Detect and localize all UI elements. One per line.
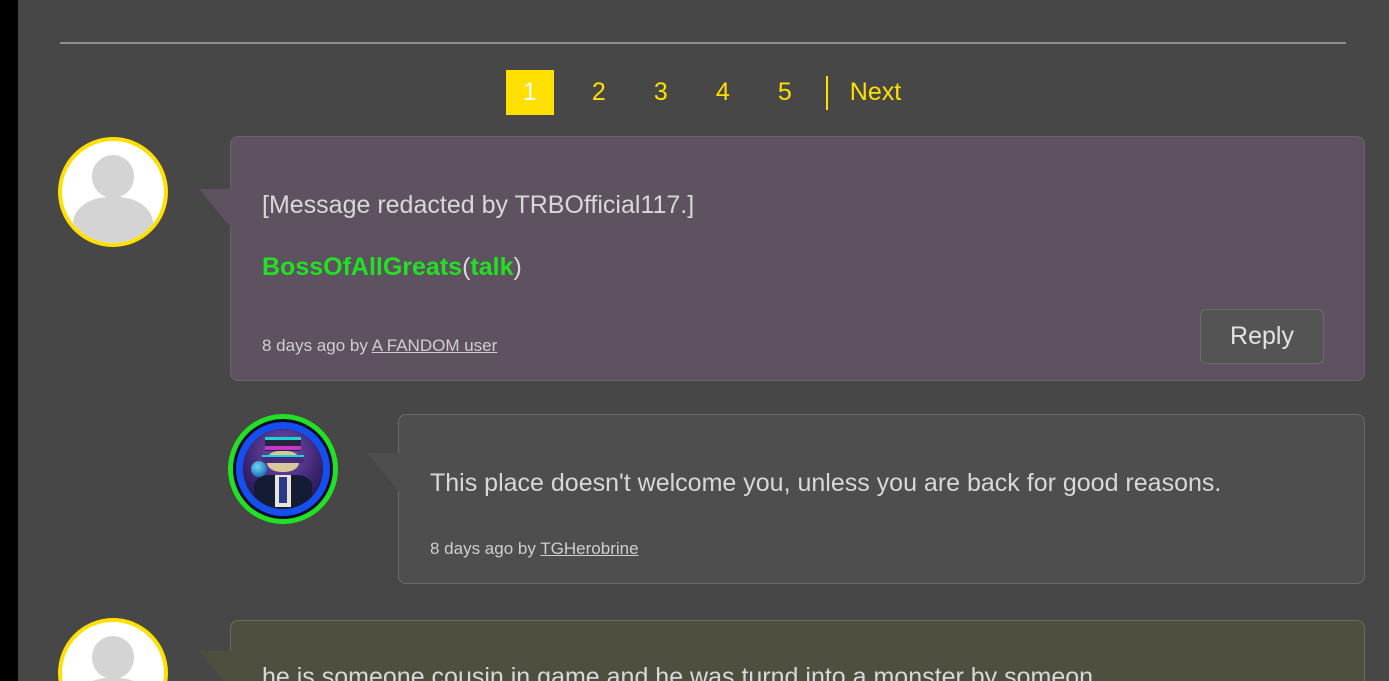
- character-orb: [251, 461, 267, 477]
- reply-button[interactable]: Reply: [1200, 309, 1324, 364]
- message-bubble: [Message redacted by TRBOfficial117.] Bo…: [199, 136, 1365, 381]
- character-sunglasses: [262, 455, 304, 464]
- pagination-page-5[interactable]: 5: [754, 70, 816, 115]
- silhouette-head: [91, 636, 135, 680]
- pagination-page-4[interactable]: 4: [692, 70, 754, 115]
- message-author-link[interactable]: A FANDOM user: [372, 336, 498, 355]
- pagination-next-button[interactable]: Next: [850, 78, 901, 107]
- message-timestamp: 8 days ago by: [430, 539, 541, 558]
- message-content: [Message redacted by TRBOfficial117.] Bo…: [262, 189, 1334, 282]
- message-body: [Message redacted by TRBOfficial117.]: [262, 191, 695, 219]
- character-tie: [279, 477, 287, 503]
- message-bubble: he is someone cousin in game and he was …: [199, 620, 1365, 681]
- message-body: This place doesn't welcome you, unless y…: [430, 469, 1222, 497]
- message-meta: 8 days ago by TGHerobrine: [430, 539, 639, 559]
- message-meta: 8 days ago by A FANDOM user Reply: [262, 309, 1334, 364]
- avatar-character-art: [243, 429, 323, 509]
- silhouette-head: [91, 155, 135, 199]
- message-bubble: This place doesn't welcome you, unless y…: [367, 414, 1365, 584]
- message-body: he is someone cousin in game and he was …: [262, 663, 1094, 681]
- message-author-link[interactable]: TGHerobrine: [540, 539, 638, 558]
- signature-user-link[interactable]: BossOfAllGreats: [262, 253, 462, 281]
- signature-talk-link[interactable]: talk: [470, 253, 513, 281]
- pagination-page-2[interactable]: 2: [568, 70, 630, 115]
- message-content: he is someone cousin in game and he was …: [262, 661, 1334, 681]
- character-hat-band: [264, 445, 302, 450]
- page-root: 1 2 3 4 5 Next [Message redacted by TRBO…: [0, 0, 1389, 681]
- default-user-icon: [62, 622, 164, 681]
- pagination-page-3[interactable]: 3: [630, 70, 692, 115]
- avatar-anonymous-user[interactable]: [58, 618, 168, 681]
- silhouette-body: [73, 197, 153, 243]
- pagination-separator: [825, 75, 828, 110]
- bubble-tail: [367, 453, 400, 493]
- message-signature: BossOfAllGreats(talk): [262, 253, 1334, 282]
- pagination-page-1[interactable]: 1: [505, 70, 554, 115]
- bubble-tail: [199, 651, 232, 681]
- message-timestamp: 8 days ago by: [262, 336, 372, 355]
- avatar-blue-ring: [236, 422, 330, 516]
- section-divider: [60, 42, 1346, 44]
- avatar-tgherobrine[interactable]: [228, 414, 338, 524]
- signature-close-paren: ): [513, 252, 522, 281]
- bubble-tail: [199, 189, 232, 229]
- message-wall-surface: 1 2 3 4 5 Next [Message redacted by TRBO…: [18, 0, 1389, 681]
- message-content: This place doesn't welcome you, unless y…: [430, 467, 1334, 501]
- default-user-icon: [62, 141, 164, 243]
- pagination: 1 2 3 4 5 Next: [18, 70, 1389, 115]
- avatar-anonymous-user[interactable]: [58, 137, 168, 247]
